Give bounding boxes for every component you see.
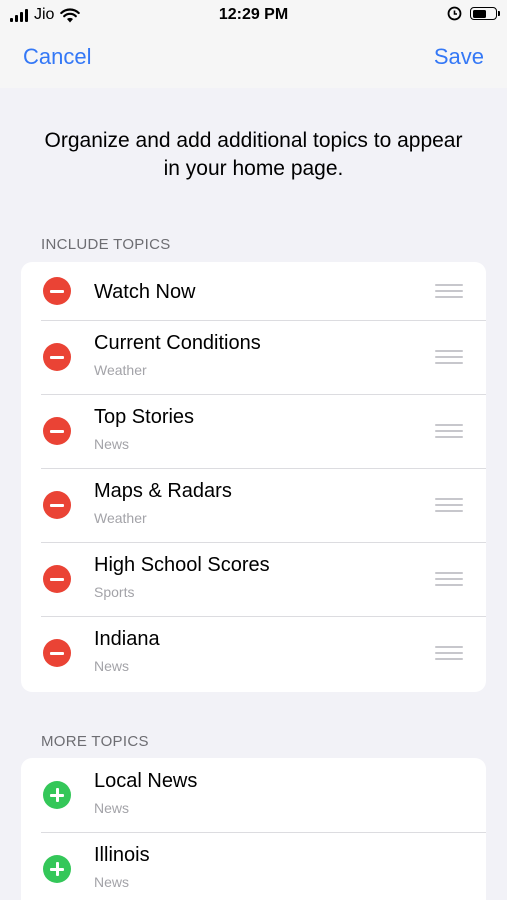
topic-subtitle: Sports — [94, 584, 135, 600]
topic-row-current-conditions[interactable]: Current Conditions Weather — [21, 320, 486, 394]
remove-icon[interactable] — [43, 639, 71, 667]
include-topics-list: Watch Now Current Conditions Weather Top… — [21, 262, 486, 692]
topic-row-indiana[interactable]: Indiana News — [21, 616, 486, 692]
topic-row-watch-now[interactable]: Watch Now — [21, 262, 486, 320]
status-bar: Jio 12:29 PM — [0, 0, 507, 30]
topic-row-maps-radars[interactable]: Maps & Radars Weather — [21, 468, 486, 542]
status-right — [447, 6, 500, 21]
topic-subtitle: News — [94, 800, 130, 816]
topic-subtitle: News — [94, 874, 130, 890]
remove-icon[interactable] — [43, 417, 71, 445]
topic-title: Illinois — [94, 844, 150, 866]
drag-handle-icon[interactable] — [435, 572, 463, 586]
remove-icon[interactable] — [43, 277, 71, 305]
remove-icon[interactable] — [43, 343, 71, 371]
topic-title: High School Scores — [94, 554, 270, 576]
topic-title: Local News — [94, 770, 198, 792]
drag-handle-icon[interactable] — [435, 284, 463, 298]
remove-icon[interactable] — [43, 491, 71, 519]
save-button[interactable]: Save — [434, 44, 484, 70]
topic-title: Watch Now — [94, 281, 196, 303]
topic-row-high-school-scores[interactable]: High School Scores Sports — [21, 542, 486, 616]
topic-title: Current Conditions — [94, 332, 261, 354]
status-time: 12:29 PM — [218, 6, 289, 23]
topic-row-top-stories[interactable]: Top Stories News — [21, 394, 486, 468]
topic-row-illinois[interactable]: Illinois News — [21, 832, 486, 900]
cancel-button[interactable]: Cancel — [23, 44, 91, 70]
topic-subtitle: News — [94, 658, 130, 674]
more-topics-header: MORE TOPICS — [41, 733, 149, 750]
add-icon[interactable] — [43, 855, 71, 883]
topic-title: Indiana — [94, 628, 160, 650]
add-icon[interactable] — [43, 781, 71, 809]
drag-handle-icon[interactable] — [435, 498, 463, 512]
topic-row-local-news[interactable]: Local News News — [21, 758, 486, 832]
drag-handle-icon[interactable] — [435, 424, 463, 438]
nav-bar: Cancel Save — [0, 30, 507, 88]
location-lock-icon — [447, 6, 462, 21]
topic-subtitle: Weather — [94, 362, 147, 378]
topic-title: Maps & Radars — [94, 480, 232, 502]
include-topics-header: INCLUDE TOPICS — [41, 236, 171, 253]
drag-handle-icon[interactable] — [435, 350, 463, 364]
remove-icon[interactable] — [43, 565, 71, 593]
battery-icon — [470, 7, 500, 20]
topic-subtitle: Weather — [94, 510, 147, 526]
drag-handle-icon[interactable] — [435, 646, 463, 660]
intro-text: Organize and add additional topics to ap… — [44, 129, 463, 180]
more-topics-list: Local News News Illinois News — [21, 758, 486, 900]
topic-subtitle: News — [94, 436, 130, 452]
topic-title: Top Stories — [94, 406, 195, 428]
